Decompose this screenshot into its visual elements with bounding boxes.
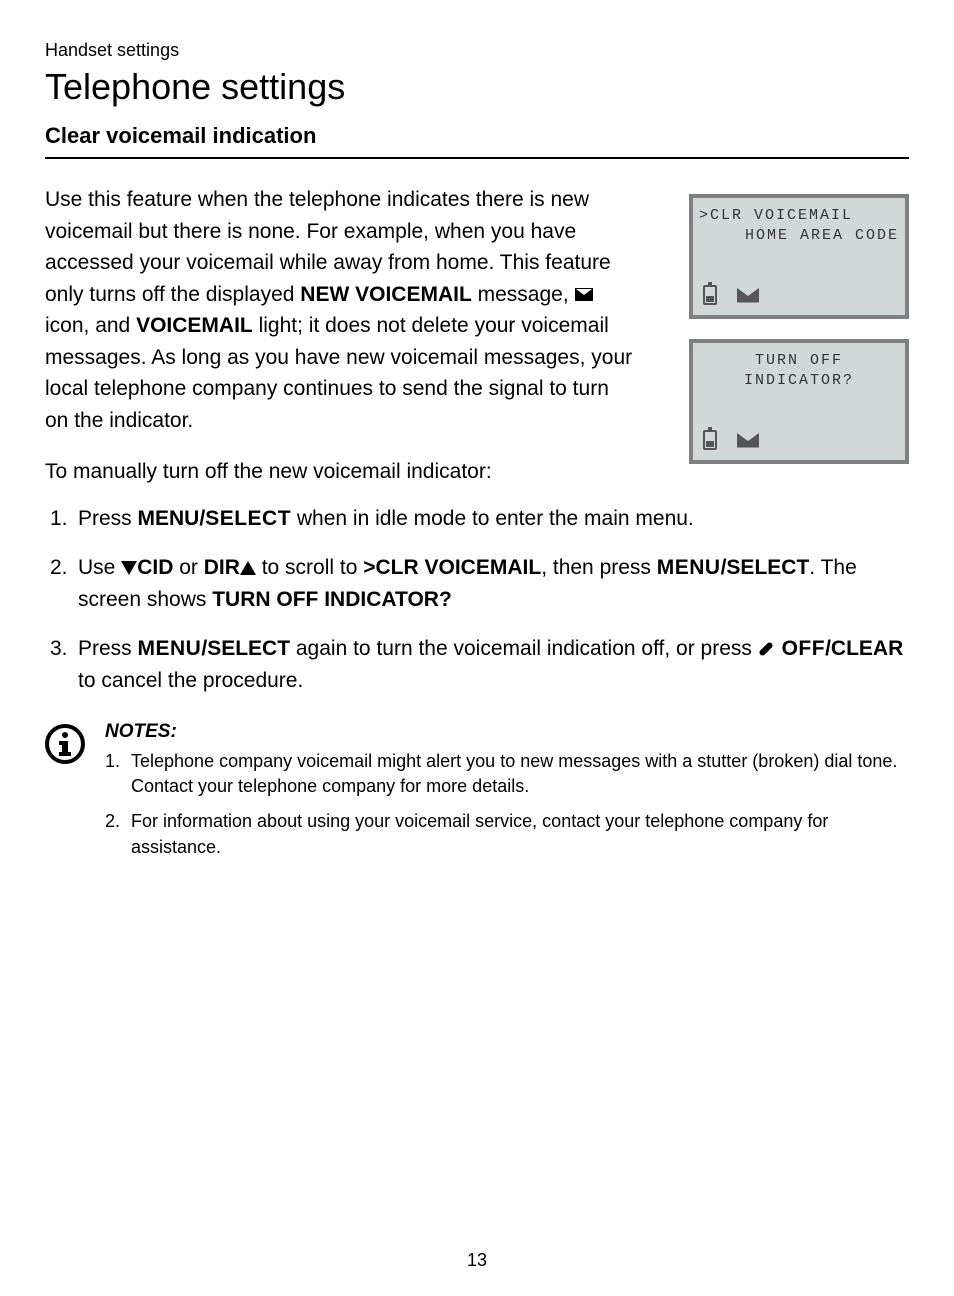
step-1: Press MENU/SELECT when in idle mode to e… bbox=[50, 503, 909, 535]
page-title: Telephone settings bbox=[45, 66, 909, 108]
bold-text: MENU/ bbox=[138, 507, 206, 530]
text: to scroll to bbox=[256, 556, 363, 579]
notes-section: NOTES: Telephone company voicemail might… bbox=[45, 721, 909, 870]
notes-list: Telephone company voicemail might alert … bbox=[105, 749, 909, 860]
phone-icon bbox=[758, 640, 776, 658]
bold-text: TURN OFF INDICATOR? bbox=[212, 588, 452, 611]
steps-list: Press MENU/SELECT when in idle mode to e… bbox=[50, 503, 909, 697]
bold-text: VOICEMAIL bbox=[136, 314, 253, 337]
battery-icon bbox=[703, 285, 717, 305]
up-arrow-icon bbox=[240, 561, 256, 575]
screen-text: HOME AREA CODE bbox=[699, 226, 899, 246]
text: message, bbox=[472, 283, 575, 306]
text: to cancel the procedure. bbox=[78, 669, 303, 692]
text: again to turn the voicemail indication o… bbox=[290, 637, 758, 660]
bold-text: DIR bbox=[204, 556, 240, 579]
note-1: Telephone company voicemail might alert … bbox=[105, 749, 909, 799]
lcd-screen-1: >CLR VOICEMAIL HOME AREA CODE bbox=[689, 194, 909, 319]
envelope-icon bbox=[575, 288, 593, 301]
smallcaps-text: MENU bbox=[138, 637, 202, 660]
breadcrumb: Handset settings bbox=[45, 40, 909, 61]
voicemail-icon bbox=[737, 433, 759, 448]
smallcaps-text: OFF bbox=[782, 637, 826, 660]
voicemail-icon bbox=[737, 288, 759, 303]
step-3: Press MENU/SELECT again to turn the voic… bbox=[50, 633, 909, 696]
text: Use bbox=[78, 556, 121, 579]
text: Press bbox=[78, 637, 138, 660]
notes-content: NOTES: Telephone company voicemail might… bbox=[105, 721, 909, 870]
bold-text: NEW VOICEMAIL bbox=[300, 283, 472, 306]
screen-text: INDICATOR? bbox=[699, 371, 899, 391]
bold-text: >CLR VOICEMAIL bbox=[363, 556, 541, 579]
note-2: For information about using your voicema… bbox=[105, 809, 909, 859]
text: when in idle mode to enter the main menu… bbox=[291, 507, 694, 530]
text: , then press bbox=[541, 556, 657, 579]
down-arrow-icon bbox=[121, 561, 137, 575]
step-2: Use CID or DIR to scroll to >CLR VOICEMA… bbox=[50, 552, 909, 615]
notes-title: NOTES: bbox=[105, 721, 909, 743]
page-number: 13 bbox=[467, 1250, 487, 1271]
smallcaps-text: MENU bbox=[657, 556, 721, 579]
intro-paragraph: Use this feature when the telephone indi… bbox=[45, 184, 635, 436]
text: Press bbox=[78, 507, 138, 530]
text: icon, and bbox=[45, 314, 136, 337]
screen-text: TURN OFF bbox=[699, 351, 899, 371]
bold-text: /SELECT bbox=[721, 556, 810, 579]
bold-text: /CLEAR bbox=[825, 637, 903, 660]
info-icon bbox=[45, 724, 85, 764]
screen-text: >CLR VOICEMAIL bbox=[699, 206, 899, 226]
smallcaps-text: SELECT bbox=[205, 507, 291, 530]
text: or bbox=[173, 556, 203, 579]
lcd-screens: >CLR VOICEMAIL HOME AREA CODE TURN OFF I… bbox=[689, 194, 909, 464]
screen-status-icons bbox=[703, 430, 759, 450]
bold-text: CID bbox=[137, 556, 173, 579]
bold-text: /SELECT bbox=[201, 637, 290, 660]
section-title: Clear voicemail indication bbox=[45, 123, 909, 159]
screen-status-icons bbox=[703, 285, 759, 305]
lcd-screen-2: TURN OFF INDICATOR? bbox=[689, 339, 909, 464]
battery-icon bbox=[703, 430, 717, 450]
